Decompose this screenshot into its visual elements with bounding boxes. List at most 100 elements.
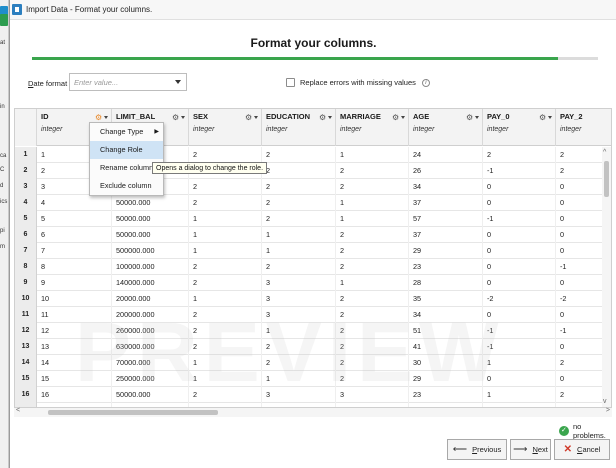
table-cell: 1 [336, 195, 409, 211]
table-cell: 1 [262, 227, 336, 243]
table-cell: 2 [336, 339, 409, 355]
row-number: 16 [15, 387, 37, 403]
row-number: 1 [15, 147, 37, 163]
chevron-down-icon[interactable] [254, 116, 258, 119]
column-header-education[interactable]: EDUCATION integer ⚙ [262, 109, 336, 146]
info-icon[interactable]: i [421, 78, 430, 87]
app-icon [12, 4, 22, 15]
page-title: Format your columns. [250, 36, 377, 50]
table-cell: 2 [483, 147, 556, 163]
table-row[interactable]: 16 16 50000.000 2 3 3 23 1 2 [15, 387, 611, 403]
table-cell: 2 [336, 323, 409, 339]
table-cell: 2 [336, 259, 409, 275]
table-row[interactable]: 13 13 630000.000 2 2 2 41 -1 0 [15, 339, 611, 355]
row-number: 6 [15, 227, 37, 243]
gear-icon[interactable]: ⚙ [95, 113, 102, 122]
replace-errors-option[interactable]: Replace errors with missing values i [286, 78, 430, 87]
scroll-up-icon[interactable]: ^ [603, 149, 606, 156]
table-cell: 630000.000 [112, 339, 189, 355]
table-cell: 37 [409, 195, 483, 211]
table-cell: 11 [37, 307, 112, 323]
wizard-progress-bar [32, 57, 598, 60]
next-label: Next [532, 445, 548, 454]
table-row[interactable]: 14 14 70000.000 1 2 2 30 1 2 [15, 355, 611, 371]
horizontal-scroll-thumb[interactable] [48, 410, 218, 415]
table-cell: 1 [189, 227, 262, 243]
vertical-scroll-thumb[interactable] [604, 161, 609, 197]
table-cell: 12 [37, 323, 112, 339]
previous-button[interactable]: ⟵ Previous [447, 439, 507, 460]
date-format-select[interactable]: Enter value... [69, 73, 187, 91]
gear-icon[interactable]: ⚙ [319, 113, 326, 122]
table-cell: 29 [409, 243, 483, 259]
menu-item-change-role[interactable]: Change Role [90, 141, 163, 159]
row-number: 15 [15, 371, 37, 387]
scroll-left-icon[interactable]: < [16, 407, 20, 414]
table-cell: 2 [262, 179, 336, 195]
table-row[interactable]: 9 9 140000.000 2 3 1 28 0 0 [15, 275, 611, 291]
window-title: Import Data - Format your columns. [26, 5, 153, 14]
column-header-pay-0[interactable]: PAY_0 integer ⚙ [483, 109, 556, 146]
gear-icon[interactable]: ⚙ [466, 113, 473, 122]
date-format-placeholder: Enter value... [74, 77, 119, 87]
table-cell: 0 [483, 307, 556, 323]
menu-item-change-type[interactable]: Change Type ▶ [90, 123, 163, 141]
column-type: integer [340, 126, 362, 133]
table-row[interactable]: 8 8 100000.000 2 2 2 23 0 -1 [15, 259, 611, 275]
chevron-down-icon[interactable] [401, 116, 405, 119]
next-button[interactable]: ⟶ Next [510, 439, 551, 460]
gear-icon[interactable]: ⚙ [245, 113, 252, 122]
table-cell: 13 [37, 339, 112, 355]
table-cell: 57 [409, 211, 483, 227]
horizontal-scrollbar[interactable]: < > [14, 407, 612, 417]
table-row[interactable]: 4 4 50000.000 2 2 1 37 0 0 [15, 195, 611, 211]
table-cell: 2 [336, 371, 409, 387]
app-logo-secondary [0, 14, 8, 26]
gear-icon[interactable]: ⚙ [392, 113, 399, 122]
replace-errors-checkbox[interactable] [286, 78, 295, 87]
scroll-down-icon[interactable]: v [603, 398, 607, 405]
table-cell: 15 [37, 371, 112, 387]
row-number: 12 [15, 323, 37, 339]
vertical-scrollbar[interactable]: ^ v [602, 147, 611, 407]
table-row[interactable]: 11 11 200000.000 2 3 2 34 0 0 [15, 307, 611, 323]
table-cell: 140000.000 [112, 275, 189, 291]
change-role-tooltip: Opens a dialog to change the role. [152, 162, 268, 174]
menu-item-exclude-column[interactable]: Exclude column [90, 177, 163, 195]
table-row[interactable]: 10 10 20000.000 1 3 2 35 -2 -2 [15, 291, 611, 307]
table-cell: 30 [409, 355, 483, 371]
gear-icon[interactable]: ⚙ [172, 113, 179, 122]
chevron-down-icon[interactable] [181, 116, 185, 119]
table-row[interactable]: 12 12 260000.000 2 1 2 51 -1 -1 [15, 323, 611, 339]
table-cell: 2 [262, 195, 336, 211]
menu-item-label: Exclude column [100, 181, 152, 190]
row-number: 11 [15, 307, 37, 323]
column-header-pay-2[interactable]: PAY_2 integer [556, 109, 611, 146]
chevron-down-icon[interactable] [475, 116, 479, 119]
gear-icon[interactable]: ⚙ [539, 113, 546, 122]
row-number: 5 [15, 211, 37, 227]
table-row[interactable]: 6 6 50000.000 1 1 2 37 0 0 [15, 227, 611, 243]
table-cell: 2 [262, 339, 336, 355]
row-number: 4 [15, 195, 37, 211]
arrow-right-icon: ⟶ [513, 444, 528, 455]
column-header-marriage[interactable]: MARRIAGE integer ⚙ [336, 109, 409, 146]
table-cell: 2 [262, 163, 336, 179]
menu-item-label: Change Type [100, 127, 144, 136]
table-row[interactable]: 15 15 250000.000 1 1 2 29 0 0 [15, 371, 611, 387]
chevron-down-icon[interactable] [328, 116, 332, 119]
title-bar[interactable]: Import Data - Format your columns. [10, 0, 616, 20]
cancel-button[interactable]: ✕ Cancel [554, 439, 610, 460]
table-cell: 2 [189, 259, 262, 275]
chevron-down-icon[interactable] [104, 116, 108, 119]
import-data-dialog: Import Data - Format your columns. Forma… [9, 0, 616, 468]
table-row[interactable]: 7 7 500000.000 1 1 2 29 0 0 [15, 243, 611, 259]
table-row[interactable]: 5 5 50000.000 1 2 1 57 -1 0 [15, 211, 611, 227]
table-cell: 3 [262, 307, 336, 323]
chevron-down-icon[interactable] [548, 116, 552, 119]
row-number: 13 [15, 339, 37, 355]
table-cell: 50000.000 [112, 211, 189, 227]
column-header-sex[interactable]: SEX integer ⚙ [189, 109, 262, 146]
scroll-right-icon[interactable]: > [606, 407, 610, 414]
column-header-age[interactable]: AGE integer ⚙ [409, 109, 483, 146]
